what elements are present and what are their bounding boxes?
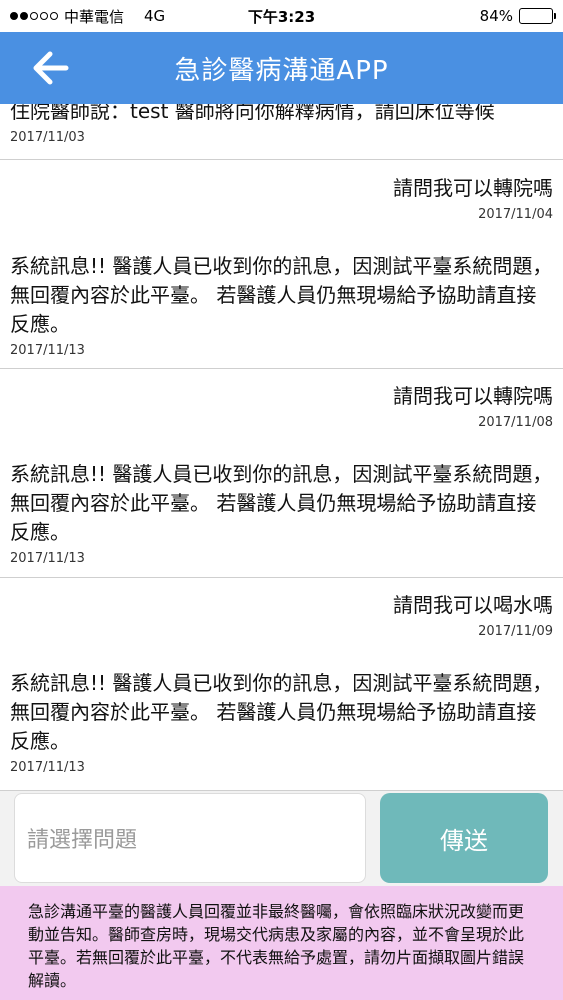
divider — [0, 159, 563, 160]
page-title: 急診醫病溝通APP — [174, 55, 389, 86]
signal-strength-icon — [10, 12, 58, 20]
message-item: 系統訊息!! 醫護人員已收到你的訊息，因測試平臺系統問題，無回覆內容於此平臺。 … — [0, 460, 563, 566]
message-time: 2017/11/13 — [10, 551, 85, 566]
message-time: 2017/11/04 — [478, 207, 553, 222]
message-list[interactable]: 住院醫師說：test 醫師將向你解釋病情，請回床位等候 2017/11/03 請… — [0, 104, 563, 790]
message-item: 系統訊息!! 醫護人員已收到你的訊息，因測試平臺系統問題，無回覆內容於此平臺。 … — [0, 252, 563, 358]
message-text: 系統訊息!! 醫護人員已收到你的訊息，因測試平臺系統問題，無回覆內容於此平臺。 … — [10, 671, 553, 753]
message-time: 2017/11/08 — [478, 415, 553, 430]
message-item: 住院醫師說：test 醫師將向你解釋病情，請回床位等候 2017/11/03 — [0, 104, 563, 145]
status-right: 84% — [479, 7, 556, 25]
message-item: 請問我可以轉院嗎 2017/11/08 — [0, 382, 563, 430]
composer: 請選擇問題 傳送 — [0, 790, 563, 886]
message-text: 住院醫師說：test 醫師將向你解釋病情，請回床位等候 — [10, 104, 495, 123]
message-item: 請問我可以喝水嗎 2017/11/09 — [0, 591, 563, 639]
message-text: 系統訊息!! 醫護人員已收到你的訊息，因測試平臺系統問題，無回覆內容於此平臺。 … — [10, 254, 553, 336]
message-text: 請問我可以轉院嗎 — [393, 384, 553, 408]
message-text: 請問我可以轉院嗎 — [393, 176, 553, 200]
status-left: 中華電信 4G — [10, 6, 480, 27]
message-time: 2017/11/13 — [10, 343, 85, 358]
send-button[interactable]: 傳送 — [380, 793, 548, 883]
message-time: 2017/11/13 — [10, 760, 85, 775]
back-button[interactable] — [26, 46, 74, 90]
app-header: 急診醫病溝通APP — [0, 32, 563, 104]
back-arrow-icon — [33, 51, 69, 85]
message-text: 請問我可以喝水嗎 — [393, 593, 553, 617]
network-type: 4G — [144, 7, 166, 25]
battery-percent: 84% — [479, 7, 513, 25]
message-time: 2017/11/09 — [478, 624, 553, 639]
divider — [0, 368, 563, 369]
battery-icon — [519, 8, 556, 24]
divider — [0, 577, 563, 578]
carrier-name: 中華電信 — [64, 7, 125, 26]
message-item: 系統訊息!! 醫護人員已收到你的訊息，因測試平臺系統問題，無回覆內容於此平臺。 … — [0, 669, 563, 775]
message-text: 系統訊息!! 醫護人員已收到你的訊息，因測試平臺系統問題，無回覆內容於此平臺。 … — [10, 462, 553, 544]
message-item: 請問我可以轉院嗎 2017/11/04 — [0, 174, 563, 222]
question-select[interactable]: 請選擇問題 — [14, 793, 366, 883]
message-time: 2017/11/03 — [10, 130, 85, 145]
disclaimer-notice: 急診溝通平臺的醫護人員回覆並非最終醫囑，會依照臨床狀況改變而更動並告知。醫師查房… — [0, 886, 563, 1000]
status-bar: 中華電信 4G 下午3:23 84% — [0, 0, 563, 32]
